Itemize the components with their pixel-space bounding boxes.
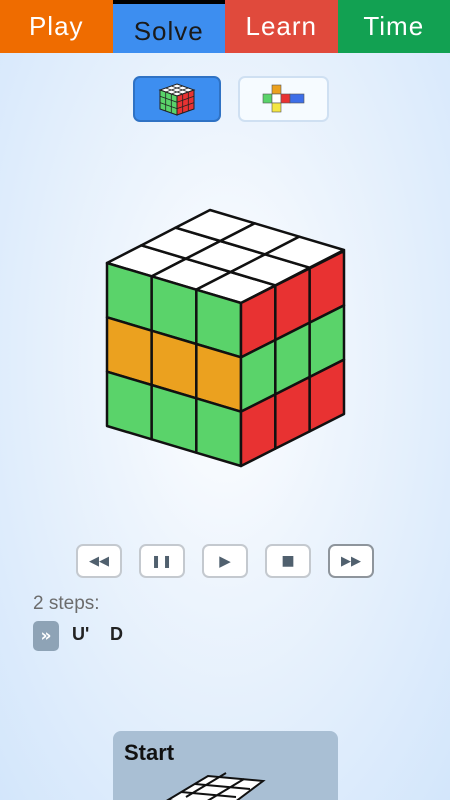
- tab-time[interactable]: Time: [337, 0, 450, 53]
- play-button[interactable]: ▶: [202, 544, 248, 578]
- solution-start-badge[interactable]: »: [33, 621, 59, 651]
- tab-solve[interactable]: Solve: [112, 0, 225, 53]
- view-3d-button[interactable]: [133, 76, 221, 122]
- steps-count: 2 steps:: [33, 593, 100, 614]
- cube-3d-icon: [158, 83, 196, 116]
- cube-front-face-sticker: [195, 397, 243, 468]
- view-2d-net-button[interactable]: [238, 76, 329, 122]
- fast-forward-icon: ▶▶: [341, 553, 361, 569]
- rewind-button[interactable]: ◀◀: [76, 544, 122, 578]
- top-tab-bar: Play Solve Learn Time: [0, 0, 450, 53]
- cube-net-icon: [262, 84, 304, 113]
- playback-controls: ◀◀ ❚❚ ▶ ■ ▶▶: [0, 544, 450, 580]
- start-state-card[interactable]: Start: [113, 731, 338, 800]
- pause-button[interactable]: ❚❚: [139, 544, 185, 578]
- start-cube-preview: [166, 772, 266, 800]
- stop-icon: ■: [281, 553, 295, 569]
- play-icon: ▶: [219, 552, 231, 570]
- cube-drawing: [105, 208, 346, 468]
- cube-front-face-sticker: [105, 370, 153, 441]
- tab-play[interactable]: Play: [0, 0, 113, 53]
- tab-learn[interactable]: Learn: [225, 0, 338, 53]
- rewind-icon: ◀◀: [89, 553, 109, 569]
- stop-button[interactable]: ■: [265, 544, 311, 578]
- rubiks-cube-3d[interactable]: [95, 200, 357, 475]
- move-step[interactable]: D: [110, 624, 123, 645]
- pause-icon: ❚❚: [150, 554, 174, 568]
- cube-front-face-sticker: [150, 383, 198, 454]
- move-step[interactable]: U': [72, 624, 89, 645]
- fast-forward-button[interactable]: ▶▶: [328, 544, 374, 578]
